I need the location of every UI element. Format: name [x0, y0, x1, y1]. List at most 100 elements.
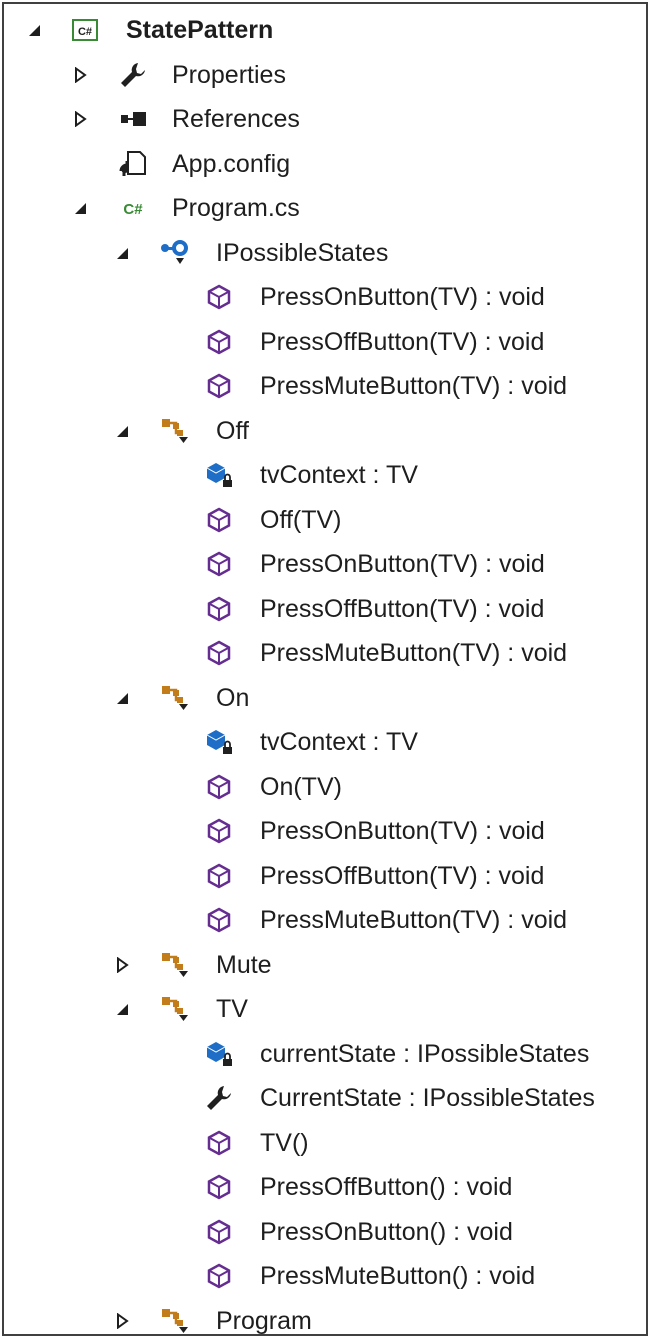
tree-item[interactable]: PressMuteButton(TV) : void	[4, 633, 646, 673]
tree-item-label: References	[172, 105, 300, 133]
tree-item[interactable]: TV	[4, 989, 646, 1029]
tree-item-label: PressOnButton(TV) : void	[260, 817, 545, 845]
tree-item-label: currentState : IPossibleStates	[260, 1039, 590, 1068]
expanded-arrow-icon[interactable]	[72, 200, 88, 216]
tree-item[interactable]: References	[4, 99, 646, 139]
tree-item-label: TV	[216, 995, 248, 1023]
method-icon	[204, 282, 234, 312]
tree-item[interactable]: PressMuteButton(TV) : void	[4, 366, 646, 406]
tree-item[interactable]: tvContext : TV	[4, 722, 646, 762]
tree-item-label: Program	[216, 1306, 312, 1335]
tree-item-label: PressMuteButton() : void	[260, 1262, 536, 1290]
tree-item[interactable]: C# Program.cs	[4, 188, 646, 228]
tree-item-label: PressMuteButton(TV) : void	[260, 906, 568, 934]
tree-item[interactable]: TV()	[4, 1123, 646, 1163]
method-icon	[204, 772, 234, 802]
method-icon	[204, 861, 234, 891]
tree-item[interactable]: tvContext : TV	[4, 455, 646, 495]
expanded-arrow-icon[interactable]	[114, 245, 130, 261]
tree-item[interactable]: currentState : IPossibleStates	[4, 1034, 646, 1074]
tree-item-label: IPossibleStates	[216, 238, 389, 267]
wrench-icon	[118, 60, 148, 90]
config-file-icon	[118, 149, 148, 179]
tree-item-label: Properties	[172, 60, 286, 89]
svg-text:C#: C#	[123, 201, 143, 218]
class-icon	[160, 416, 190, 446]
svg-text:C#: C#	[78, 26, 92, 38]
collapsed-arrow-icon[interactable]	[72, 66, 88, 83]
private-field-icon	[204, 727, 234, 757]
tree-item[interactable]: Off(TV)	[4, 500, 646, 540]
tree-item-label: Program.cs	[172, 194, 300, 222]
tree-item[interactable]: App.config	[4, 144, 646, 184]
expanded-arrow-icon[interactable]	[114, 1001, 130, 1017]
tree-item[interactable]: C# StatePattern	[4, 10, 646, 50]
expanded-arrow-icon[interactable]	[114, 423, 130, 439]
tree-item[interactable]: Off	[4, 411, 646, 451]
collapsed-arrow-icon[interactable]	[114, 956, 130, 973]
tree-item-label: App.config	[172, 149, 291, 178]
tree-item-label: tvContext : TV	[260, 461, 418, 489]
tree-item-label: On(TV)	[260, 772, 342, 801]
tree-item[interactable]: PressOffButton(TV) : void	[4, 589, 646, 629]
tree-item[interactable]: Program	[4, 1301, 646, 1341]
method-icon	[204, 549, 234, 579]
tree-item[interactable]: On	[4, 678, 646, 718]
method-icon	[204, 327, 234, 357]
csharp-project-icon: C#	[70, 15, 100, 45]
method-icon	[204, 371, 234, 401]
method-icon	[204, 505, 234, 535]
tree-item-label: PressOffButton(TV) : void	[260, 327, 545, 356]
tree-item[interactable]: Mute	[4, 945, 646, 985]
tree-item[interactable]: PressOnButton(TV) : void	[4, 277, 646, 317]
tree-item-label: PressOffButton(TV) : void	[260, 594, 545, 623]
wrench-icon	[204, 1083, 234, 1113]
collapsed-arrow-icon[interactable]	[72, 110, 88, 128]
method-icon	[204, 1128, 234, 1158]
private-field-icon	[204, 1039, 234, 1069]
tree-item-label: Off(TV)	[260, 505, 342, 534]
class-icon	[160, 994, 190, 1024]
tree-item[interactable]: Properties	[4, 55, 646, 95]
method-icon	[204, 1261, 234, 1291]
tree-item-label: PressMuteButton(TV) : void	[260, 372, 568, 400]
tree-item[interactable]: PressOffButton(TV) : void	[4, 322, 646, 362]
tree-item-label: PressMuteButton(TV) : void	[260, 639, 568, 667]
class-icon	[160, 683, 190, 713]
expanded-arrow-icon[interactable]	[26, 22, 42, 38]
method-icon	[204, 1217, 234, 1247]
tree-item[interactable]: PressOffButton(TV) : void	[4, 856, 646, 896]
tree-item-label: PressOnButton(TV) : void	[260, 283, 545, 311]
tree-item[interactable]: CurrentState : IPossibleStates	[4, 1078, 646, 1118]
collapsed-arrow-icon[interactable]	[114, 1312, 130, 1329]
tree-item[interactable]: PressOffButton() : void	[4, 1167, 646, 1207]
tree-item[interactable]: PressMuteButton(TV) : void	[4, 900, 646, 940]
tree-item-label: TV()	[260, 1128, 309, 1157]
tree-item[interactable]: PressOnButton(TV) : void	[4, 811, 646, 851]
tree-item[interactable]: PressMuteButton() : void	[4, 1256, 646, 1296]
tree-item-label: PressOnButton() : void	[260, 1217, 513, 1246]
tree-item-label: StatePattern	[126, 16, 274, 44]
method-icon	[204, 638, 234, 668]
csharp-file-icon: C#	[118, 193, 148, 223]
tree-item-label: CurrentState : IPossibleStates	[260, 1084, 595, 1112]
private-field-icon	[204, 460, 234, 490]
class-icon	[160, 950, 190, 980]
method-icon	[204, 905, 234, 935]
tree-item-label: tvContext : TV	[260, 728, 418, 756]
tree-item-label: PressOffButton(TV) : void	[260, 861, 545, 890]
tree-item-label: PressOffButton() : void	[260, 1173, 513, 1201]
tree-item[interactable]: PressOnButton(TV) : void	[4, 544, 646, 584]
tree-item[interactable]: IPossibleStates	[4, 233, 646, 273]
tree-item[interactable]: PressOnButton() : void	[4, 1212, 646, 1252]
tree-item-label: Off	[216, 416, 249, 445]
tree-item[interactable]: On(TV)	[4, 767, 646, 807]
references-icon	[118, 104, 148, 134]
expanded-arrow-icon[interactable]	[114, 690, 130, 706]
tree-item-label: PressOnButton(TV) : void	[260, 550, 545, 578]
method-icon	[204, 816, 234, 846]
method-icon	[204, 594, 234, 624]
method-icon	[204, 1172, 234, 1202]
tree-item-label: Mute	[216, 950, 272, 979]
tree-item-label: On	[216, 683, 250, 712]
